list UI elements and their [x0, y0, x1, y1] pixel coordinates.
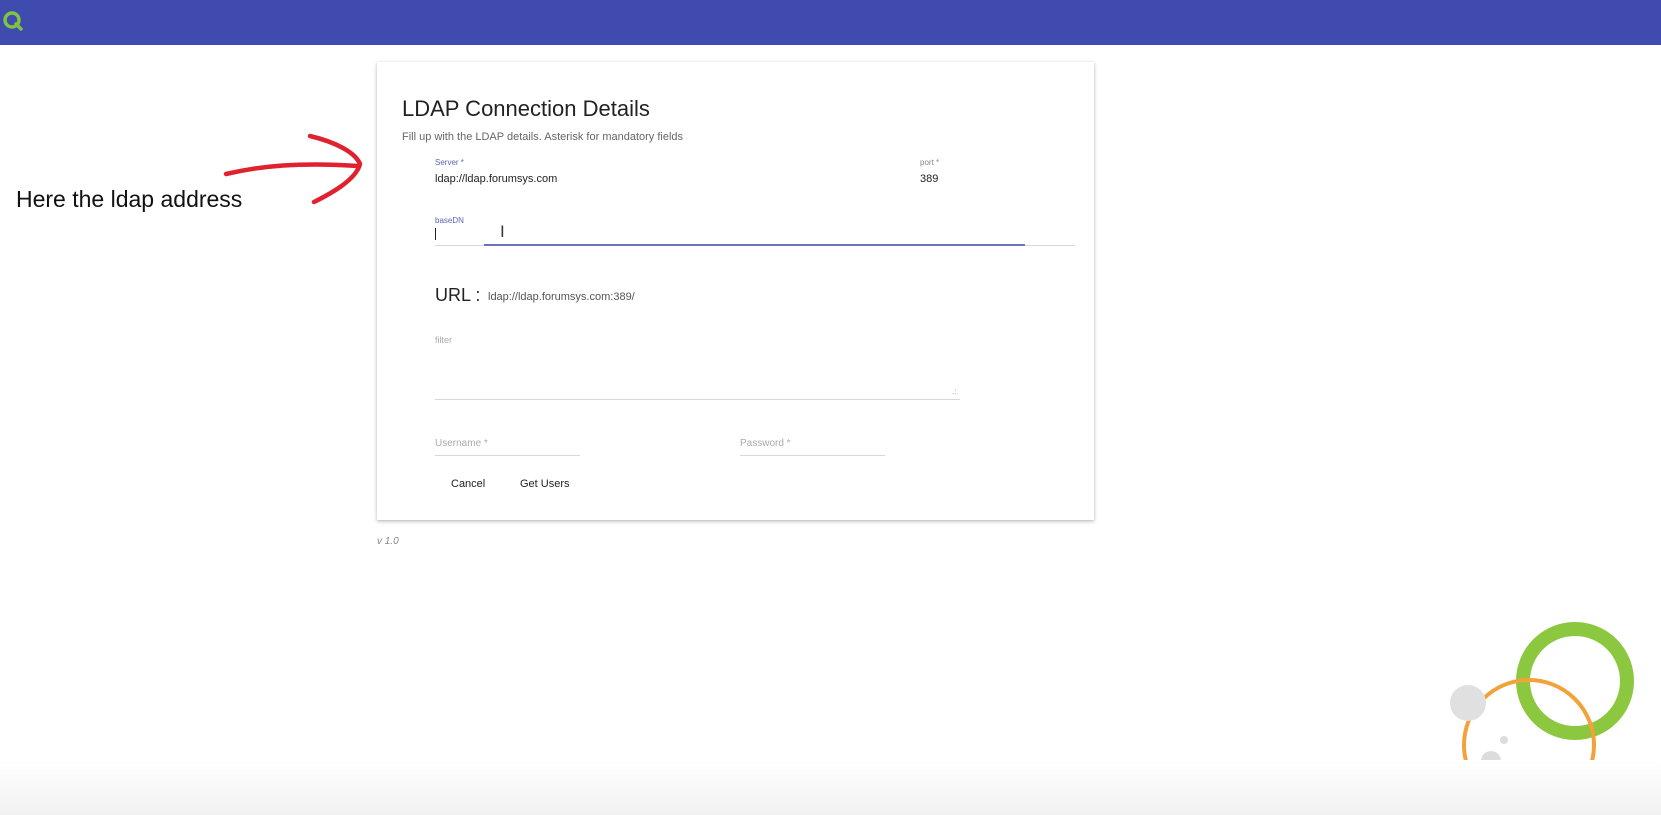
filter-underline [435, 399, 960, 400]
url-label: URL : [435, 285, 481, 305]
username-field[interactable]: Username * [435, 438, 488, 449]
username-underline [435, 455, 580, 456]
bottom-fade [0, 760, 1661, 815]
qlik-q-icon[interactable] [2, 10, 24, 32]
red-arrow-icon [223, 133, 363, 205]
version-label: v 1.0 [377, 536, 399, 547]
filter-textarea[interactable]: filter [435, 335, 452, 345]
annotation-note: Here the ldap address [16, 186, 243, 212]
password-underline [740, 455, 885, 456]
get-users-button[interactable]: Get Users [520, 478, 570, 490]
cancel-button[interactable]: Cancel [451, 478, 485, 490]
password-field[interactable]: Password * [740, 438, 791, 449]
basedn-label: baseDN [435, 216, 464, 225]
text-caret [435, 228, 436, 240]
port-label: port * [920, 158, 940, 167]
url-value: ldap://ldap.forumsys.com:389/ [488, 291, 635, 303]
form-subtitle: Fill up with the LDAP details. Asterisk … [402, 131, 684, 143]
page-title: LDAP Connection Details [402, 96, 650, 121]
resize-handle-icon[interactable]: .: [952, 387, 956, 396]
ldap-connection-card: LDAP Connection Details Fill up with the… [377, 62, 1094, 520]
basedn-focus-underline [484, 244, 1025, 246]
port-input[interactable]: 389 [920, 173, 938, 185]
server-label: Server * [435, 158, 464, 167]
server-input[interactable]: ldap://ldap.forumsys.com [435, 173, 557, 185]
top-app-bar [0, 0, 1661, 45]
ibeam-cursor-icon: I [500, 222, 505, 241]
